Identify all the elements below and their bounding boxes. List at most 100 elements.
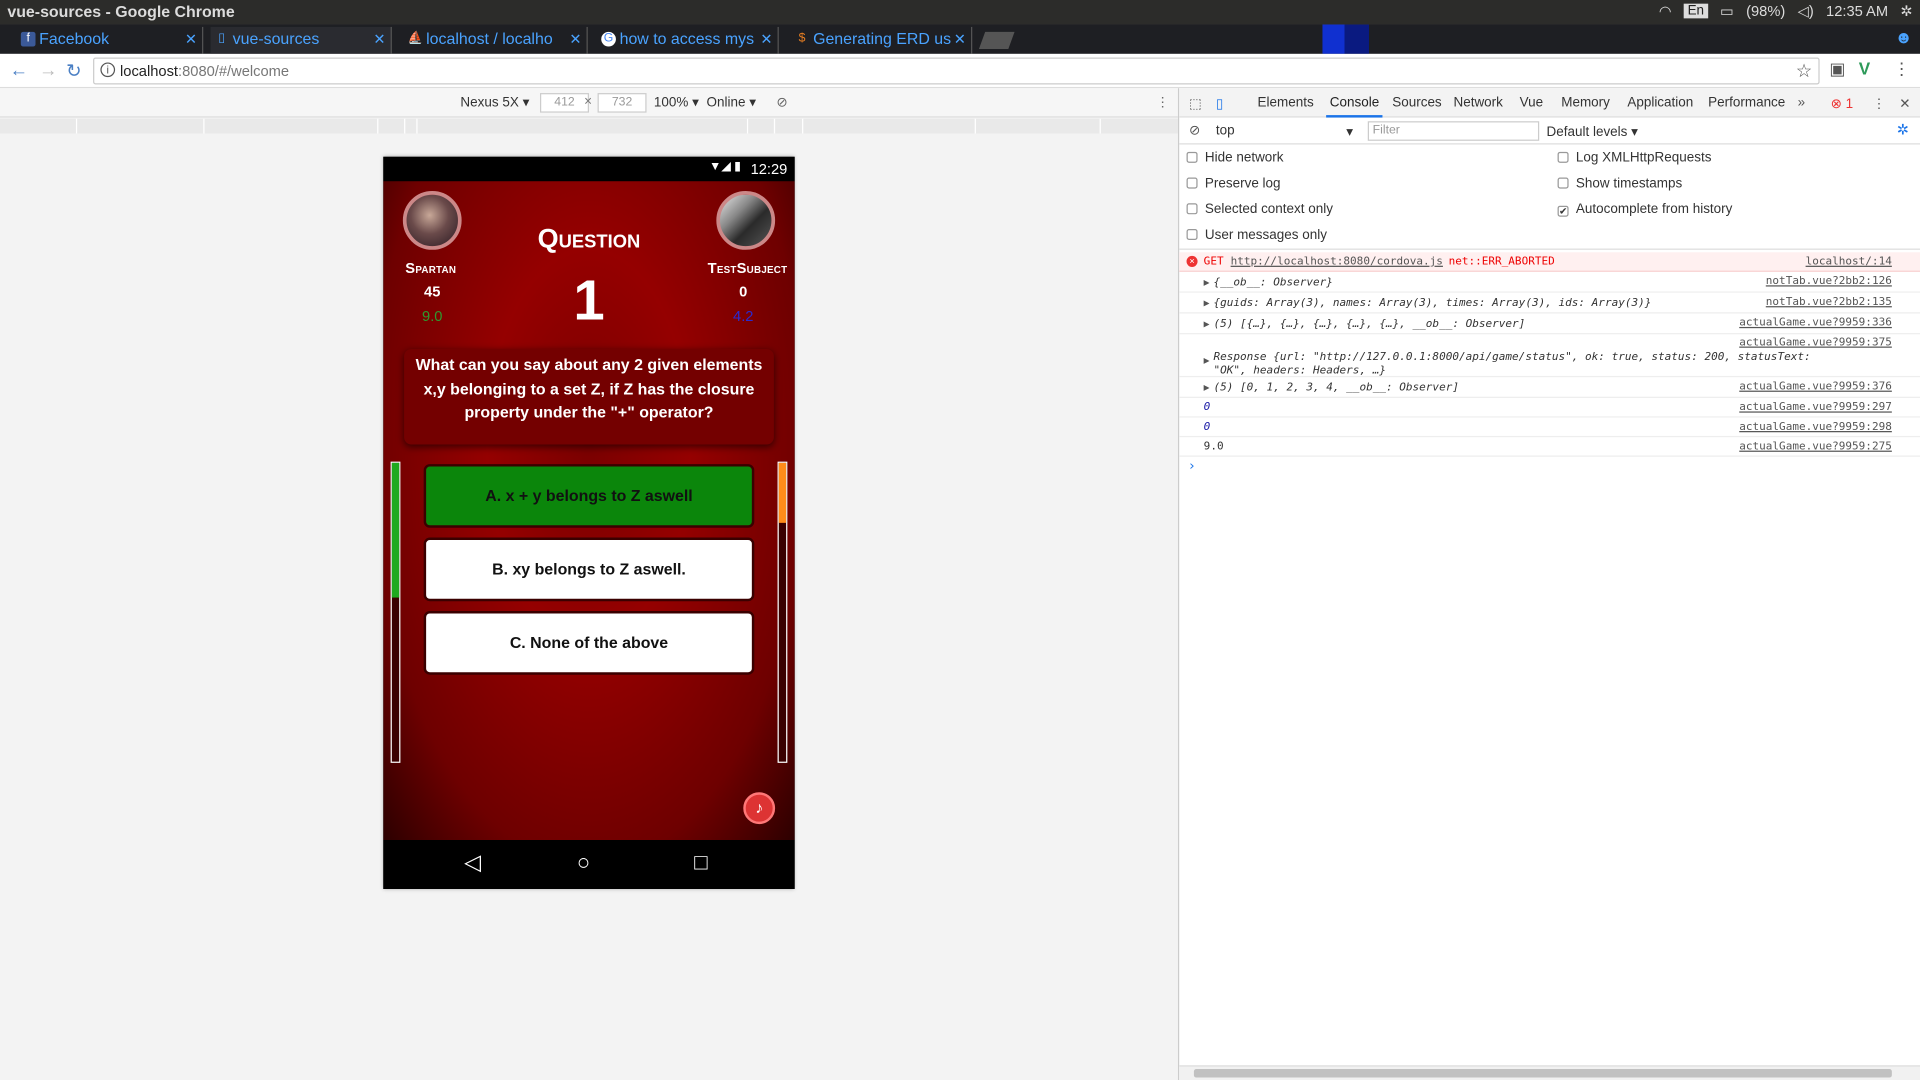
- log-levels-select[interactable]: Default levels ▾: [1547, 124, 1638, 140]
- close-tab-icon[interactable]: ✕: [373, 27, 385, 51]
- tab-elements[interactable]: Elements: [1258, 96, 1314, 111]
- vue-devtools-extension-icon[interactable]: V: [1859, 59, 1870, 79]
- url-text[interactable]: localhost:8080/#/welcome: [120, 62, 289, 79]
- console-log-row[interactable]: ▶ (5) [0, 1, 2, 3, 4, __ob__: Observer] …: [1179, 377, 1920, 398]
- source-link[interactable]: notTab.vue?2bb2:135: [1766, 296, 1892, 308]
- viewport-height-input[interactable]: 732: [597, 93, 647, 113]
- tab-google-search[interactable]: G how to access mys ✕: [598, 26, 779, 54]
- selected-context-option[interactable]: Selected context only: [1186, 202, 1333, 217]
- expand-triangle-icon[interactable]: ▶: [1204, 355, 1210, 366]
- source-link[interactable]: actualGame.vue?9959:297: [1739, 402, 1892, 414]
- expand-triangle-icon[interactable]: ▶: [1204, 382, 1210, 393]
- notification-bell-icon[interactable]: ♪: [743, 792, 776, 825]
- checkbox-checked[interactable]: ✔: [1557, 205, 1569, 217]
- rotate-icon[interactable]: ⊘: [776, 94, 787, 111]
- back-arrow-icon[interactable]: ←: [10, 60, 28, 81]
- checkbox[interactable]: [1186, 203, 1198, 215]
- source-link[interactable]: actualGame.vue?9959:376: [1739, 381, 1892, 393]
- console-log-row[interactable]: ▶ (5) [{…}, {…}, {…}, {…}, {…}, __ob__: …: [1179, 313, 1920, 335]
- checkbox[interactable]: [1186, 177, 1198, 189]
- console-log-row[interactable]: 0 actualGame.vue?9959:297: [1179, 398, 1920, 418]
- answer-option-a[interactable]: A. x + y belongs to Z aswell: [423, 464, 755, 528]
- tab-vue-sources[interactable]: ▯ vue-sources ✕: [210, 26, 392, 54]
- source-link[interactable]: actualGame.vue?9959:336: [1739, 317, 1892, 329]
- console-log-row[interactable]: 9.0 actualGame.vue?9959:275: [1179, 437, 1920, 457]
- expand-triangle-icon[interactable]: ▶: [1204, 318, 1210, 329]
- expand-triangle-icon[interactable]: ▶: [1204, 277, 1210, 288]
- hide-network-option[interactable]: Hide network: [1186, 151, 1284, 165]
- autocomplete-option[interactable]: ✔ Autocomplete from history: [1557, 202, 1732, 217]
- source-link[interactable]: actualGame.vue?9959:275: [1739, 441, 1892, 453]
- reload-icon[interactable]: ↻: [66, 60, 81, 82]
- expand-triangle-icon[interactable]: ▶: [1204, 298, 1210, 309]
- source-link[interactable]: localhost/:14: [1806, 256, 1892, 268]
- tab-phpmyadmin[interactable]: ⛵ localhost / localho ✕: [404, 26, 588, 54]
- new-tab-button[interactable]: [978, 31, 1015, 49]
- show-timestamps-option[interactable]: Show timestamps: [1557, 176, 1682, 191]
- inspect-element-icon[interactable]: ⬚: [1189, 96, 1202, 112]
- settings-gear-icon[interactable]: ✲: [1900, 2, 1912, 19]
- tab-application[interactable]: Application: [1627, 96, 1693, 111]
- camera-extension-icon[interactable]: ▣: [1829, 59, 1845, 80]
- forward-arrow-icon[interactable]: →: [39, 60, 57, 81]
- checkbox[interactable]: [1186, 228, 1198, 241]
- checkbox[interactable]: [1557, 151, 1569, 163]
- devtools-menu-icon[interactable]: ⋮: [1872, 96, 1885, 112]
- language-indicator[interactable]: En: [1683, 3, 1708, 19]
- bookmark-star-icon[interactable]: ☆: [1796, 60, 1812, 82]
- console-settings-gear-icon[interactable]: ✲: [1897, 121, 1909, 138]
- close-devtools-icon[interactable]: ✕: [1899, 96, 1910, 112]
- viewport-width-input[interactable]: 412: [540, 93, 589, 113]
- clear-console-icon[interactable]: ⊘: [1189, 122, 1200, 139]
- console-log-row[interactable]: actualGame.vue?9959:375 ▶ Response {url:…: [1179, 334, 1920, 378]
- source-link[interactable]: notTab.vue?2bb2:126: [1766, 276, 1892, 288]
- console-error-row[interactable]: ✕ GET http://localhost:8080/cordova.js n…: [1179, 252, 1920, 272]
- tab-memory[interactable]: Memory: [1561, 96, 1610, 111]
- chrome-menu-icon[interactable]: ⋮: [1893, 59, 1910, 80]
- checkbox[interactable]: [1186, 151, 1198, 163]
- tab-console[interactable]: Console: [1326, 96, 1384, 118]
- log-xhr-option[interactable]: Log XMLHttpRequests: [1557, 151, 1711, 165]
- info-icon[interactable]: i: [100, 62, 116, 78]
- console-prompt-input[interactable]: ›: [1188, 458, 1196, 474]
- close-tab-icon[interactable]: ✕: [185, 27, 197, 51]
- battery-icon[interactable]: ▭: [1720, 2, 1734, 19]
- back-triangle-icon[interactable]: ◁: [464, 850, 481, 876]
- close-tab-icon[interactable]: ✕: [760, 27, 772, 51]
- volume-icon[interactable]: ◁): [1798, 2, 1814, 19]
- media-query-ruler[interactable]: [0, 118, 1178, 134]
- horizontal-scrollbar[interactable]: [1179, 1065, 1920, 1080]
- answer-option-b[interactable]: B. xy belongs to Z aswell.: [423, 537, 755, 602]
- profile-icon[interactable]: ☻: [1895, 27, 1913, 47]
- wifi-icon[interactable]: ◠: [1659, 2, 1672, 19]
- tab-generating-erd[interactable]: $ Generating ERD us ✕: [791, 26, 973, 54]
- tab-network[interactable]: Network: [1453, 96, 1502, 111]
- scrollbar-thumb[interactable]: [1193, 1068, 1892, 1078]
- omnibox[interactable]: i localhost:8080/#/welcome ☆: [93, 57, 1820, 85]
- device-toolbar-icon[interactable]: ▯: [1216, 96, 1223, 112]
- clock[interactable]: 12:35 AM: [1826, 2, 1888, 19]
- console-log-row[interactable]: ▶ {__ob__: Observer} notTab.vue?2bb2:126: [1179, 272, 1920, 293]
- home-circle-icon[interactable]: ○: [577, 850, 590, 876]
- close-tab-icon[interactable]: ✕: [569, 27, 581, 51]
- source-link[interactable]: actualGame.vue?9959:298: [1739, 421, 1892, 433]
- console-log-row[interactable]: 0 actualGame.vue?9959:298: [1179, 418, 1920, 438]
- close-tab-icon[interactable]: ✕: [954, 27, 966, 51]
- network-throttle-select[interactable]: Online ▾: [707, 94, 756, 111]
- checkbox[interactable]: [1557, 177, 1569, 189]
- user-messages-option[interactable]: User messages only: [1186, 228, 1327, 242]
- device-select[interactable]: Nexus 5X ▾: [460, 94, 529, 111]
- tab-sources[interactable]: Sources: [1392, 96, 1441, 111]
- error-counter[interactable]: ⊗ 1: [1831, 96, 1854, 112]
- more-tabs-icon[interactable]: »: [1798, 96, 1806, 111]
- tab-performance[interactable]: Performance: [1708, 96, 1785, 111]
- tab-facebook[interactable]: f Facebook ✕: [17, 26, 204, 54]
- preserve-log-option[interactable]: Preserve log: [1186, 176, 1281, 191]
- filter-input[interactable]: Filter: [1367, 121, 1540, 141]
- context-select[interactable]: top ▾: [1216, 124, 1358, 141]
- recents-square-icon[interactable]: □: [694, 850, 707, 876]
- emulation-menu-icon[interactable]: ⋮: [1156, 94, 1169, 111]
- answer-option-c[interactable]: C. None of the above: [423, 611, 755, 675]
- source-link[interactable]: actualGame.vue?9959:375: [1739, 337, 1892, 349]
- zoom-select[interactable]: 100% ▾: [654, 94, 699, 111]
